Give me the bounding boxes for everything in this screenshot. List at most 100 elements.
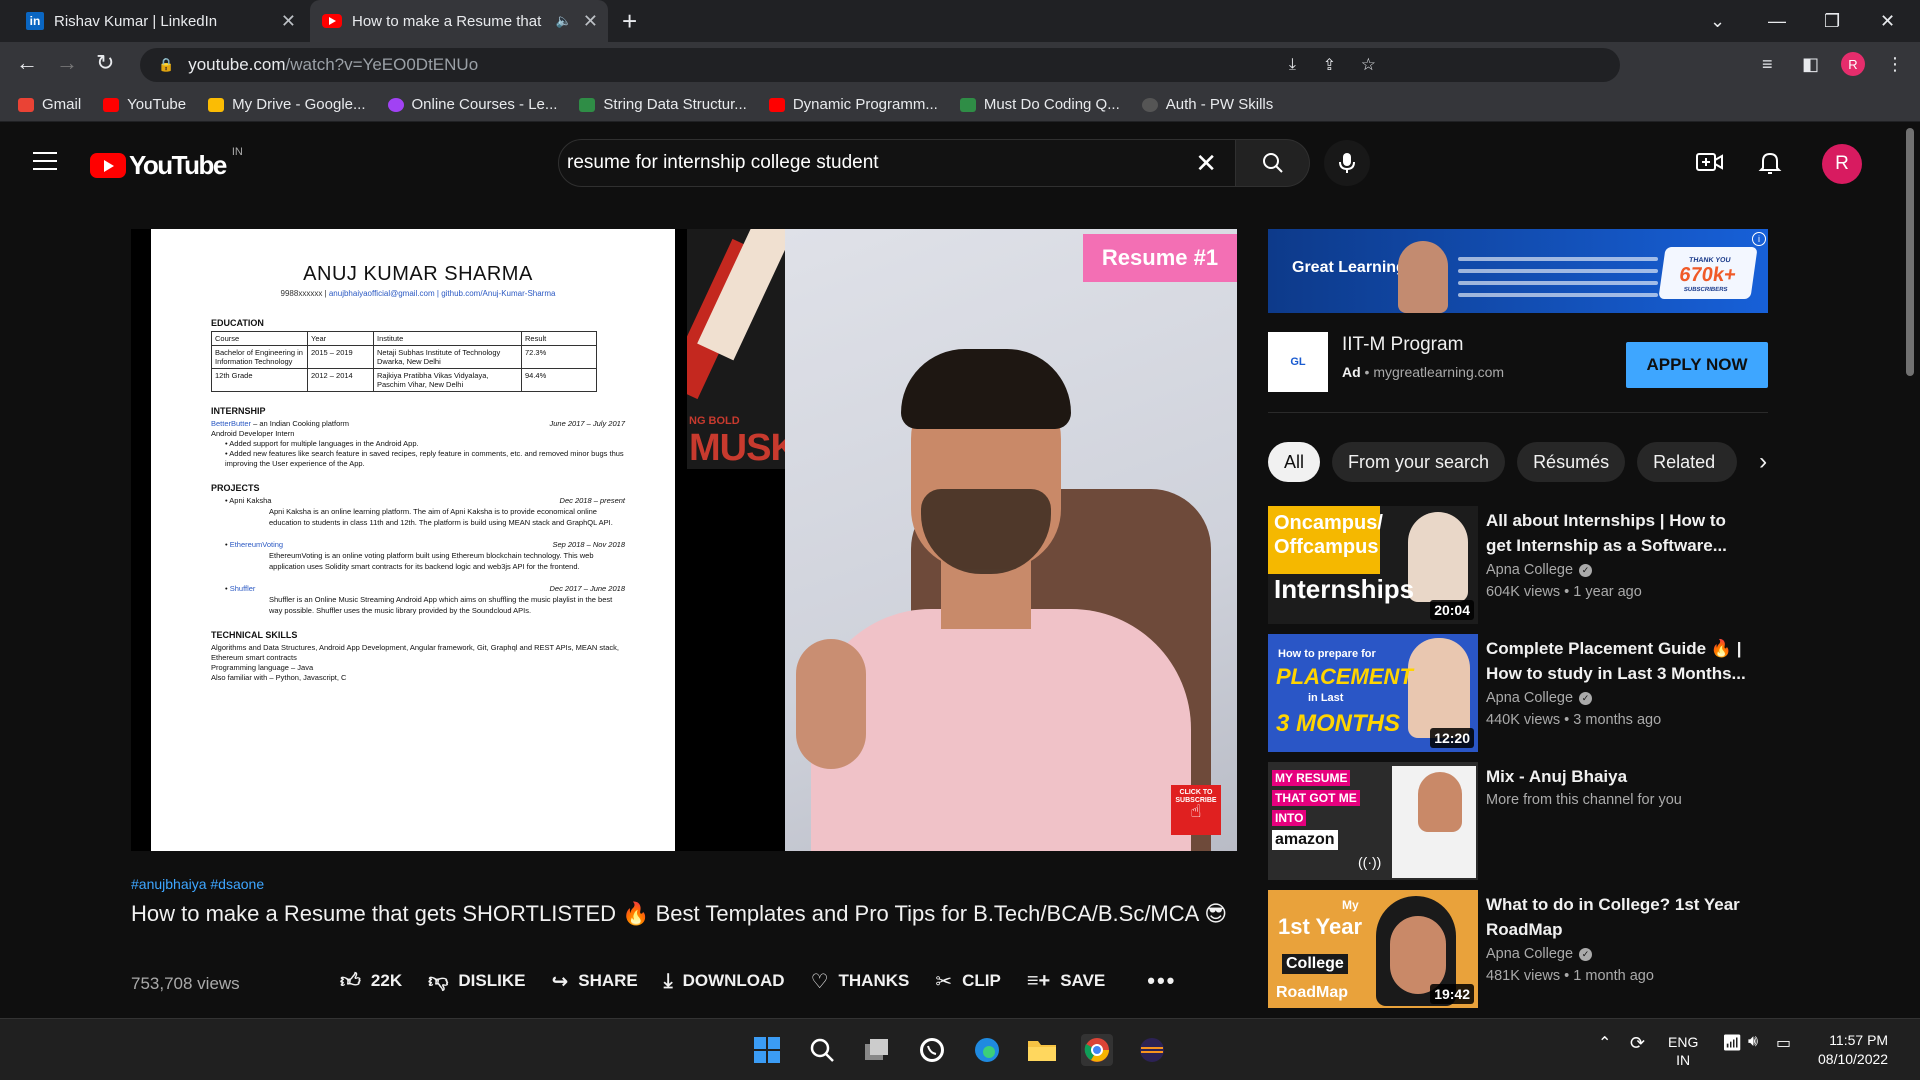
- divider: [1268, 412, 1768, 413]
- bookmark-drive[interactable]: My Drive - Google...: [208, 96, 366, 113]
- hamburger-menu-icon[interactable]: [33, 152, 57, 176]
- restore-button[interactable]: ❐: [1824, 0, 1840, 42]
- close-icon[interactable]: ✕: [583, 11, 598, 32]
- tab-linkedin[interactable]: in Rishav Kumar | LinkedIn ✕: [14, 0, 306, 42]
- bookmark-star-icon[interactable]: ☆: [1361, 55, 1376, 75]
- project-name: Apni Kaksha: [229, 496, 272, 505]
- close-icon[interactable]: ✕: [281, 11, 296, 32]
- like-button[interactable]: 👍︎ 22K: [340, 969, 402, 993]
- search-icon: [1262, 153, 1283, 173]
- video-thumbnail[interactable]: MY RESUME THAT GOT ME INTO amazon ((·)): [1268, 762, 1478, 880]
- bookmark-dp[interactable]: Dynamic Programm...: [768, 96, 938, 113]
- reload-icon[interactable]: ↻: [96, 50, 114, 76]
- side-panel-icon[interactable]: ◧: [1802, 54, 1819, 75]
- bookmark-youtube[interactable]: YouTube: [103, 96, 186, 113]
- chip-related[interactable]: Related: [1637, 442, 1738, 482]
- bookmark-pw-skills[interactable]: Auth - PW Skills: [1141, 96, 1273, 113]
- chrome-icon[interactable]: [1081, 1034, 1113, 1066]
- thanks-button[interactable]: ♡ THANKS: [811, 969, 910, 994]
- skills-line: Also familiar with – Python, Javascript,…: [211, 673, 347, 682]
- ad-banner[interactable]: Great Learning THANK YOU 670k+ SUBSCRIBE…: [1268, 229, 1768, 313]
- volume-icon[interactable]: 🔊︎: [1748, 1033, 1758, 1051]
- dislike-button[interactable]: 👎︎ DISLIKE: [428, 969, 525, 993]
- clip-button[interactable]: ✂ CLIP: [935, 969, 1001, 994]
- account-avatar[interactable]: R: [1822, 144, 1862, 184]
- clock-time: 11:57 PM: [1829, 1032, 1889, 1048]
- share-icon[interactable]: ⇪: [1323, 55, 1336, 75]
- wifi-icon[interactable]: 📶︎: [1722, 1033, 1742, 1053]
- bookmark-must-do[interactable]: Must Do Coding Q...: [959, 96, 1120, 113]
- ad-info-icon[interactable]: i: [1752, 232, 1766, 246]
- tray-chevron-up-icon[interactable]: ⌃: [1598, 1033, 1611, 1053]
- close-window-button[interactable]: ✕: [1880, 0, 1895, 42]
- video-hashtags[interactable]: #anujbhaiya #dsaone: [131, 876, 264, 892]
- ad-title[interactable]: IIT-M Program: [1342, 334, 1463, 356]
- table-row: Bachelor of Engineering in Information T…: [211, 345, 597, 369]
- rec-channel[interactable]: More from this channel for you: [1486, 792, 1682, 808]
- language-indicator[interactable]: ENG IN: [1668, 1033, 1698, 1069]
- resume-heading: PROJECTS: [211, 483, 260, 493]
- bookmark-string-ds[interactable]: String Data Structur...: [579, 96, 747, 113]
- bookmark-gmail[interactable]: Gmail: [18, 96, 81, 113]
- search-icon[interactable]: [806, 1034, 838, 1066]
- create-video-icon[interactable]: [1696, 150, 1724, 179]
- voice-search-button[interactable]: [1324, 140, 1370, 186]
- install-icon[interactable]: ⤓: [1289, 56, 1296, 74]
- rec-title[interactable]: Mix - Anuj Bhaiya: [1486, 764, 1756, 789]
- sync-icon[interactable]: ⟳: [1630, 1033, 1645, 1054]
- back-icon[interactable]: ←: [16, 50, 38, 76]
- browser-profile-avatar[interactable]: R: [1841, 52, 1865, 76]
- notifications-bell-icon[interactable]: [1758, 150, 1782, 181]
- video-player[interactable]: ANUJ KUMAR SHARMA 9988xxxxxx | anujbhaiy…: [131, 229, 1237, 851]
- share-button[interactable]: ↪ SHARE: [551, 969, 637, 994]
- subscribe-watermark[interactable]: CLICK TO SUBSCRIBE ☝: [1171, 785, 1221, 835]
- edge-icon[interactable]: [971, 1034, 1003, 1066]
- minimize-button[interactable]: —: [1768, 0, 1786, 42]
- chevron-right-icon[interactable]: ›: [1759, 448, 1767, 476]
- ad-details: GL IIT-M Program Ad • mygreatlearning.co…: [1268, 332, 1768, 392]
- recommendation-item[interactable]: MY RESUME THAT GOT ME INTO amazon ((·)) …: [1268, 762, 1788, 880]
- rec-channel[interactable]: Apna College ✓: [1486, 946, 1593, 962]
- search-button[interactable]: [1236, 139, 1310, 187]
- tab-search-icon[interactable]: ⌄: [1710, 0, 1725, 42]
- save-button[interactable]: ≡+ SAVE: [1027, 970, 1105, 993]
- video-thumbnail[interactable]: My 1st Year College RoadMap 19:42: [1268, 890, 1478, 1008]
- new-tab-button[interactable]: +: [622, 6, 637, 37]
- page-scrollbar[interactable]: [1906, 128, 1914, 376]
- video-thumbnail[interactable]: Oncampus/ Offcampus Internships 20:04: [1268, 506, 1478, 624]
- eclipse-icon[interactable]: [1136, 1034, 1168, 1066]
- lock-icon[interactable]: 🔒: [158, 57, 174, 73]
- task-view-icon[interactable]: [861, 1034, 893, 1066]
- rec-channel[interactable]: Apna College ✓: [1486, 690, 1593, 706]
- recommendation-item[interactable]: How to prepare for PLACEMENT in Last 3 M…: [1268, 634, 1788, 752]
- youtube-logo[interactable]: YouTube IN: [90, 146, 243, 181]
- chip-resumes[interactable]: Résumés: [1517, 442, 1626, 482]
- video-thumbnail[interactable]: How to prepare for PLACEMENT in Last 3 M…: [1268, 634, 1478, 752]
- battery-icon[interactable]: ▭: [1776, 1033, 1791, 1053]
- reading-list-icon[interactable]: ≡: [1762, 54, 1773, 75]
- bookmark-online-courses[interactable]: Online Courses - Le...: [387, 96, 557, 113]
- apply-now-button[interactable]: APPLY NOW: [1626, 342, 1768, 388]
- chip-all[interactable]: All: [1268, 442, 1321, 482]
- tab-youtube[interactable]: How to make a Resume that 🔈 ✕: [310, 0, 608, 42]
- clear-search-icon[interactable]: ✕: [1195, 148, 1217, 179]
- windows-start-icon[interactable]: [751, 1034, 783, 1066]
- rec-title[interactable]: What to do in College? 1st Year RoadMap: [1486, 892, 1756, 942]
- rec-title[interactable]: Complete Placement Guide 🔥 | How to stud…: [1486, 636, 1756, 686]
- rec-channel[interactable]: Apna College ✓: [1486, 562, 1593, 578]
- taskbar-clock[interactable]: 11:57 PM 08/10/2022: [1818, 1031, 1888, 1069]
- file-explorer-icon[interactable]: [1026, 1034, 1058, 1066]
- resume-heading: INTERNSHIP: [211, 406, 266, 416]
- whatsapp-icon[interactable]: [916, 1034, 948, 1066]
- search-input[interactable]: resume for internship college student ✕: [558, 139, 1236, 187]
- speaker-icon[interactable]: 🔈: [556, 13, 572, 29]
- chip-from-your-search[interactable]: From your search: [1332, 442, 1506, 482]
- recommendation-item[interactable]: My 1st Year College RoadMap 19:42 What t…: [1268, 890, 1788, 1008]
- rec-title[interactable]: All about Internships | How to get Inter…: [1486, 508, 1756, 558]
- download-button[interactable]: ⤓ DOWNLOAD: [664, 970, 785, 993]
- more-actions-icon[interactable]: •••: [1147, 968, 1176, 994]
- address-bar[interactable]: 🔒 youtube.com/watch?v=YeEO0DtENUo ⤓ ⇪ ☆: [140, 48, 1620, 82]
- forward-icon[interactable]: →: [56, 50, 78, 76]
- menu-kebab-icon[interactable]: ⋮: [1886, 54, 1904, 75]
- recommendation-item[interactable]: Oncampus/ Offcampus Internships 20:04 Al…: [1268, 506, 1788, 624]
